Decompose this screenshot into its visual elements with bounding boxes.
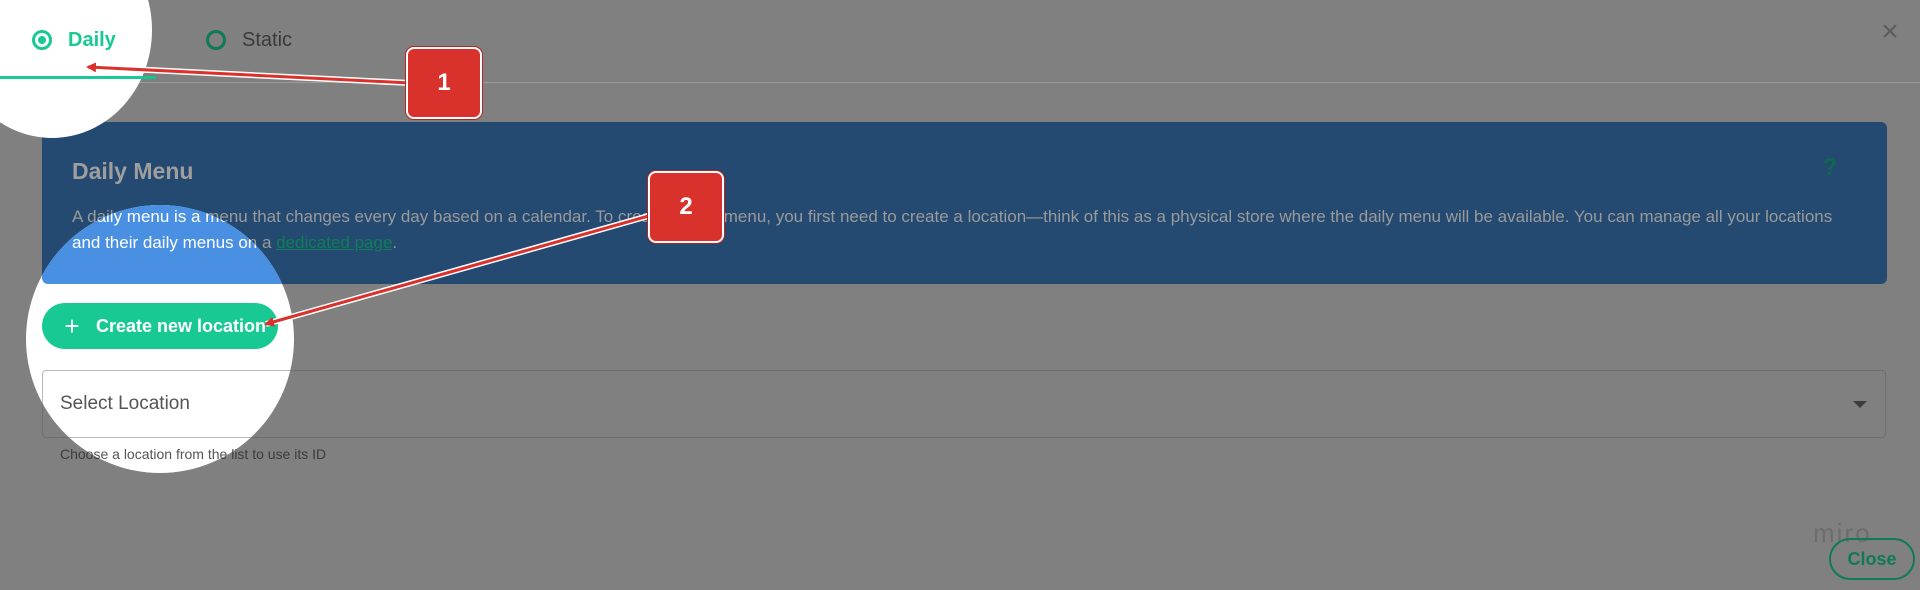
annotation-badge-1: 1	[406, 47, 482, 119]
annotation-badge-2: 2	[648, 171, 724, 243]
annotation-arrow-2-line	[264, 213, 653, 327]
annotation-arrows	[86, 62, 653, 327]
screenshot-page: Daily Static × Daily Menu ? A daily menu…	[0, 0, 1920, 590]
annotation-arrow-1-line	[86, 62, 411, 85]
